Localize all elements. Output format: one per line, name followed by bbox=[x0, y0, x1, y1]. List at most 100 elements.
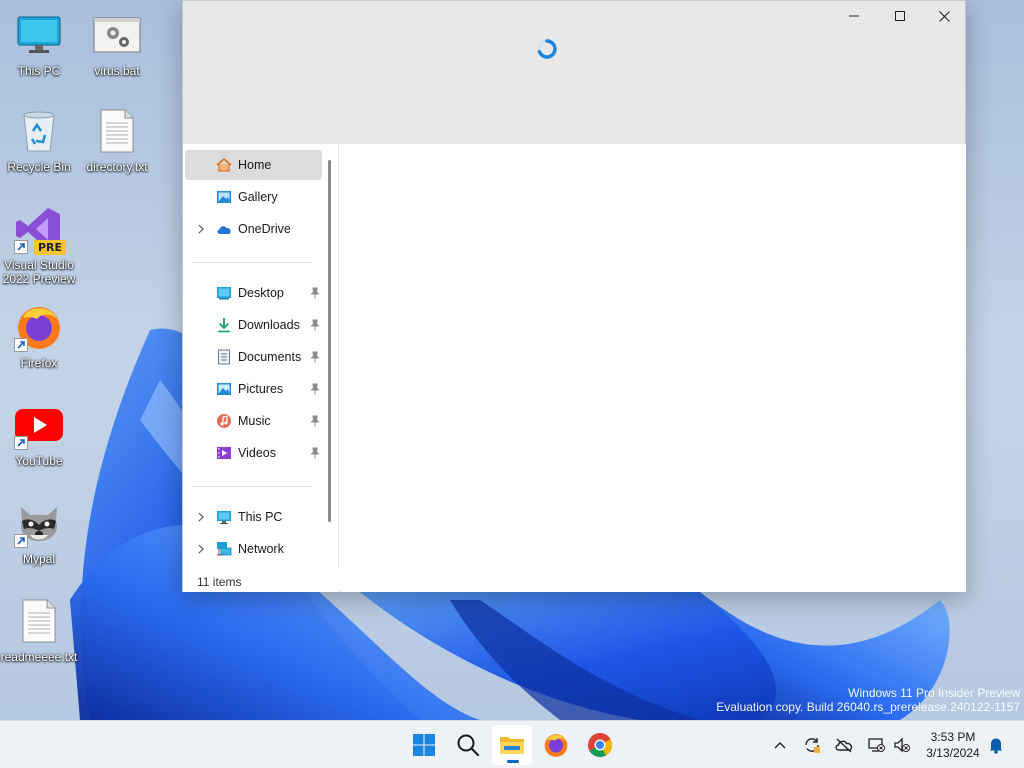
bell-icon bbox=[989, 738, 1003, 754]
nav-item-network[interactable]: Network bbox=[185, 534, 322, 564]
volume-muted-icon bbox=[894, 737, 910, 753]
search-button[interactable] bbox=[448, 725, 488, 765]
nav-item-onedrive[interactable]: OneDrive bbox=[185, 214, 322, 244]
start-icon bbox=[413, 734, 435, 756]
nav-item-label: Music bbox=[238, 414, 271, 428]
desktop-icon-readmeeee-txt[interactable]: readmeeee.txt bbox=[0, 596, 78, 686]
music-icon bbox=[217, 414, 231, 428]
nav-item-label: Desktop bbox=[238, 286, 284, 300]
clock-time: 3:53 PM bbox=[930, 730, 976, 744]
nav-item-gallery[interactable]: Gallery bbox=[185, 182, 322, 212]
desktop-icon-label: Recycle Bin bbox=[7, 160, 71, 174]
minimize-button[interactable] bbox=[831, 1, 877, 31]
maximize-icon bbox=[895, 11, 905, 21]
desktop-icon-mypal[interactable]: Mypal bbox=[0, 498, 78, 588]
desktop-icon-label: Mypal bbox=[22, 552, 55, 566]
nav-item-downloads[interactable]: Downloads bbox=[185, 310, 322, 340]
shortcut-arrow-icon bbox=[14, 534, 28, 548]
gallery-icon bbox=[217, 191, 231, 203]
desktop-icon-youtube[interactable]: YouTube bbox=[0, 400, 78, 490]
home-icon bbox=[216, 157, 232, 172]
nav-item-music[interactable]: Music bbox=[185, 406, 322, 436]
desktop-icon-label: YouTube bbox=[15, 454, 63, 468]
nav-separator bbox=[193, 486, 313, 487]
desktop-icon-label: Firefox bbox=[20, 356, 58, 370]
start-button[interactable] bbox=[404, 725, 444, 765]
text-file-icon bbox=[14, 596, 64, 646]
chevron-right-icon[interactable] bbox=[196, 543, 206, 555]
document-icon bbox=[218, 349, 230, 365]
volume-tray-button[interactable] bbox=[892, 735, 912, 755]
clock[interactable]: 3:53 PM 3/13/2024 bbox=[920, 729, 986, 761]
close-icon bbox=[938, 10, 950, 22]
item-count: 11 items bbox=[197, 575, 242, 589]
sync-tray-button[interactable] bbox=[802, 735, 822, 755]
watermark-line2: Evaluation copy. Build 26040.rs_prerelea… bbox=[716, 700, 1020, 714]
chevron-right-icon[interactable] bbox=[196, 223, 206, 235]
title-bar[interactable] bbox=[183, 1, 965, 144]
maximize-button[interactable] bbox=[877, 1, 923, 31]
file-explorer-button[interactable] bbox=[492, 725, 532, 765]
shortcut-arrow-icon bbox=[14, 436, 28, 450]
pc-icon bbox=[217, 511, 231, 524]
desktop-icon-label: This PC bbox=[17, 64, 61, 78]
desktop-icon-label: virus.bat bbox=[94, 64, 140, 78]
close-button[interactable] bbox=[921, 1, 967, 31]
search-icon bbox=[457, 734, 480, 757]
nav-item-label: Home bbox=[238, 158, 272, 172]
nav-item-label: Pictures bbox=[238, 382, 284, 396]
chrome-taskbar-button[interactable] bbox=[580, 725, 620, 765]
pin-icon[interactable] bbox=[309, 383, 321, 395]
desktop-icon-virus-bat[interactable]: virus.bat bbox=[78, 10, 156, 100]
show-hidden-icons-button[interactable] bbox=[770, 735, 790, 755]
pin-icon[interactable] bbox=[309, 351, 321, 363]
nav-item-pictures[interactable]: Pictures bbox=[185, 374, 322, 404]
onedrive-tray-button[interactable] bbox=[834, 735, 854, 755]
file-explorer-window: Home Gallery OneDrive Desktop Downloads … bbox=[182, 0, 966, 592]
notifications-button[interactable] bbox=[986, 735, 1006, 755]
nav-item-documents[interactable]: Documents bbox=[185, 342, 322, 372]
firefox-taskbar-button[interactable] bbox=[536, 725, 576, 765]
navigation-pane: Home Gallery OneDrive Desktop Downloads … bbox=[183, 144, 339, 569]
nav-item-home[interactable]: Home bbox=[185, 150, 322, 180]
desktop-icon-visual-studio[interactable]: PRE Visual Studio 2022 Preview bbox=[0, 204, 78, 294]
pictures-icon bbox=[217, 383, 231, 395]
nav-item-this-pc[interactable]: This PC bbox=[185, 502, 322, 532]
youtube-icon bbox=[14, 400, 64, 450]
visual-studio-icon: PRE bbox=[14, 204, 66, 255]
recycle-bin-icon bbox=[14, 106, 64, 156]
desktop-icon-firefox[interactable]: Firefox bbox=[0, 302, 78, 392]
monitor-icon bbox=[14, 10, 64, 60]
nav-separator bbox=[193, 262, 313, 263]
download-icon bbox=[218, 318, 230, 333]
cloud-icon bbox=[217, 226, 231, 234]
nav-item-desktop[interactable]: Desktop bbox=[185, 278, 322, 308]
nav-scrollbar[interactable] bbox=[328, 160, 331, 522]
desktop-icon-this-pc[interactable]: This PC bbox=[0, 10, 78, 100]
chevron-up-icon bbox=[774, 742, 786, 749]
shortcut-arrow-icon bbox=[14, 338, 28, 352]
desktop-icon-directory-txt[interactable]: directory.txt bbox=[78, 106, 156, 196]
loading-spinner-icon bbox=[536, 38, 558, 60]
active-indicator bbox=[507, 760, 519, 763]
nav-item-label: OneDrive bbox=[238, 222, 291, 236]
desktop-icon-label: directory.txt bbox=[86, 160, 148, 174]
pin-icon[interactable] bbox=[309, 415, 321, 427]
pin-icon[interactable] bbox=[309, 287, 321, 299]
nav-item-label: Network bbox=[238, 542, 284, 556]
nav-item-videos[interactable]: Videos bbox=[185, 438, 322, 468]
firefox-icon bbox=[14, 302, 64, 352]
pin-icon[interactable] bbox=[309, 319, 321, 331]
file-explorer-icon bbox=[500, 737, 524, 754]
text-file-icon bbox=[92, 106, 142, 156]
network-tray-button[interactable] bbox=[866, 735, 886, 755]
nav-item-label: Videos bbox=[238, 446, 276, 460]
watermark-line1: Windows 11 Pro Insider Preview bbox=[848, 686, 1020, 700]
desktop-icon-recycle-bin[interactable]: Recycle Bin bbox=[0, 106, 78, 196]
content-pane[interactable] bbox=[340, 144, 966, 592]
chevron-right-icon[interactable] bbox=[196, 511, 206, 523]
pin-icon[interactable] bbox=[309, 447, 321, 459]
onedrive-offline-icon bbox=[835, 738, 853, 753]
desktop-icon-label: Visual Studio 2022 Preview bbox=[2, 258, 76, 286]
nav-item-label: Gallery bbox=[238, 190, 278, 204]
